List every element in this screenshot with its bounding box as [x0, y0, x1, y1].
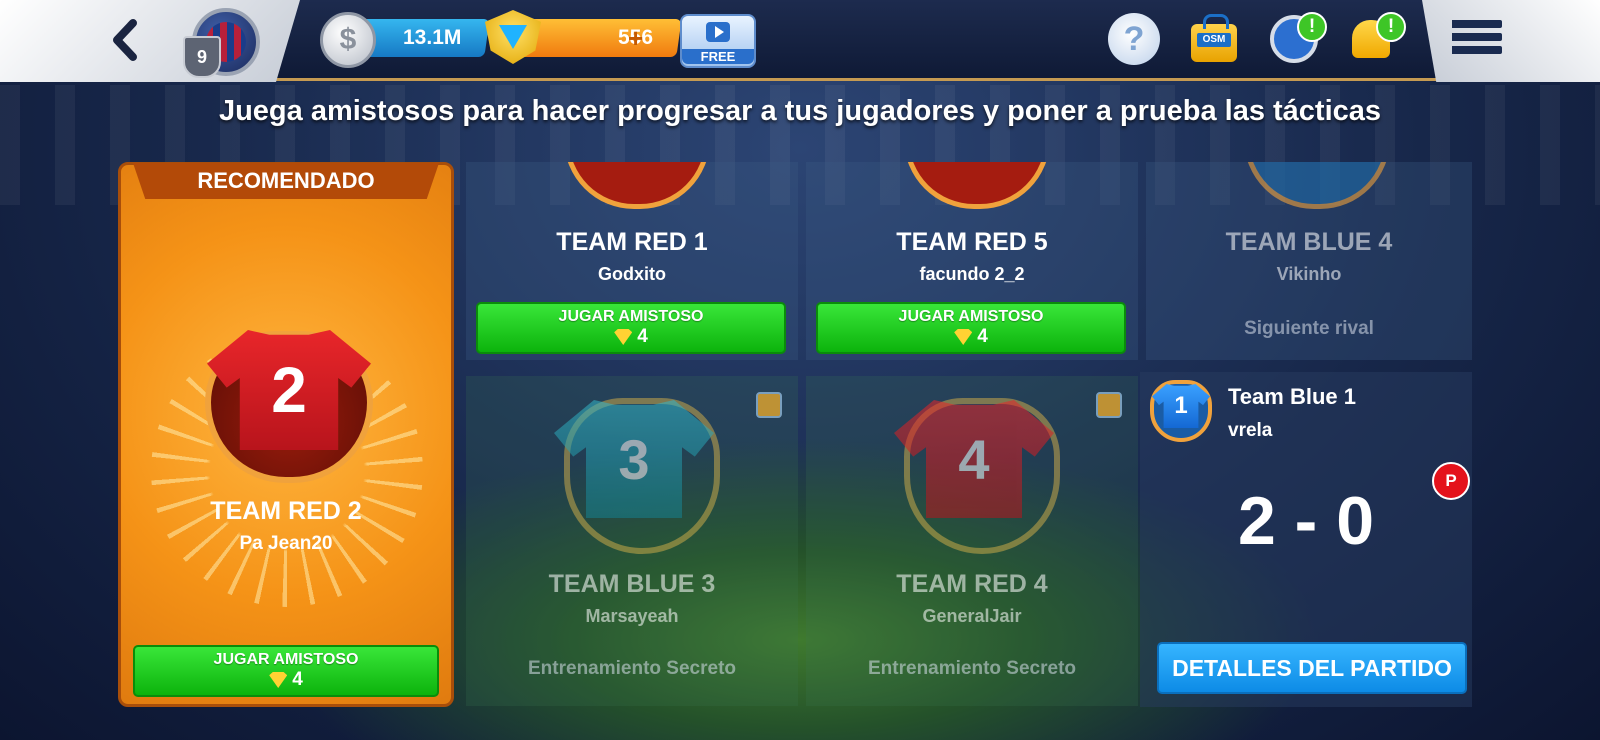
- recommended-card[interactable]: RECOMENDADO 2 TEAM RED 2 Pa Jean20 JUGAR…: [118, 162, 454, 707]
- cost-value: 4: [637, 326, 648, 347]
- manager-name: Pa Jean20: [239, 533, 333, 554]
- gem-icon: [269, 672, 288, 688]
- team-name: TEAM RED 1: [556, 228, 708, 256]
- gem-icon: [614, 329, 633, 345]
- team-name: TEAM RED 2: [210, 497, 362, 525]
- free-video-icon: [706, 22, 730, 42]
- opponent-card: 3 TEAM BLUE 3 Marsayeah Entrenamiento Se…: [466, 376, 798, 706]
- play-friendly-button[interactable]: JUGAR AMISTOSO 4: [476, 302, 786, 354]
- coins-value: 13.1M: [402, 26, 461, 49]
- menu-icon-line: [1452, 46, 1502, 54]
- button-label: JUGAR AMISTOSO: [558, 308, 704, 325]
- menu-icon: [1452, 20, 1502, 28]
- level-badge: 9: [183, 36, 221, 78]
- cost-value: 4: [292, 669, 303, 690]
- opponent-card: 4 TEAM RED 4 GeneralJair Entrenamiento S…: [806, 376, 1138, 706]
- timer-alert-badge: !: [1297, 12, 1327, 42]
- top-bar-right-panel: [1422, 0, 1600, 82]
- match-details-button[interactable]: DETALLES DEL PARTIDO: [1157, 642, 1467, 694]
- shop-button[interactable]: OSM: [1188, 13, 1240, 65]
- help-button[interactable]: ?: [1108, 13, 1160, 65]
- shop-label: OSM: [1197, 33, 1231, 47]
- add-gems-button[interactable]: +: [628, 23, 643, 54]
- match-score: 2 - 0: [1237, 483, 1375, 559]
- lock-icon: [756, 392, 782, 418]
- menu-icon-line: [1452, 33, 1502, 41]
- manager-name: Marsayeah: [585, 606, 679, 626]
- manager-name: facundo 2_2: [919, 264, 1025, 284]
- team-name: TEAM BLUE 3: [548, 570, 716, 598]
- team-name: Team Blue 1: [1228, 384, 1356, 409]
- opponent-card: TEAM BLUE 4 Vikinho Siguiente rival: [1146, 162, 1472, 360]
- opponent-card[interactable]: TEAM RED 1 Godxito JUGAR AMISTOSO 4: [466, 162, 798, 360]
- status-label: Siguiente rival: [1244, 318, 1374, 339]
- team-shield: [1244, 162, 1390, 209]
- shop-icon: OSM: [1191, 14, 1237, 62]
- button-label: JUGAR AMISTOSO: [213, 651, 359, 668]
- cost-value: 4: [977, 326, 988, 347]
- lock-icon: [1096, 392, 1122, 418]
- manager-name: Godxito: [598, 264, 666, 284]
- button-label: JUGAR AMISTOSO: [898, 308, 1044, 325]
- manager-name: GeneralJair: [922, 606, 1022, 626]
- team-name: TEAM BLUE 4: [1225, 228, 1393, 256]
- free-video-button[interactable]: FREE: [680, 14, 756, 68]
- last-match-card: 1 Team Blue 1 vrela P 2 - 0 DETALLES DEL…: [1140, 372, 1472, 707]
- team-name: TEAM RED 4: [896, 570, 1048, 598]
- manager-name: vrela: [1228, 420, 1273, 441]
- status-label: Entrenamiento Secreto: [868, 658, 1076, 679]
- team-name: TEAM RED 5: [896, 228, 1048, 256]
- manager-name: Vikinho: [1276, 264, 1342, 284]
- status-label: Entrenamiento Secreto: [528, 658, 736, 679]
- team-shield: [564, 162, 710, 209]
- play-friendly-button[interactable]: JUGAR AMISTOSO 4: [133, 645, 439, 697]
- menu-button[interactable]: [1452, 20, 1502, 60]
- play-friendly-button[interactable]: JUGAR AMISTOSO 4: [816, 302, 1126, 354]
- recommended-banner: RECOMENDADO: [133, 163, 439, 199]
- page-headline: Juega amistosos para hacer progresar a t…: [218, 95, 1382, 127]
- back-icon: [113, 19, 137, 61]
- help-icon: ?: [1123, 19, 1145, 58]
- coin-icon: $: [320, 12, 376, 68]
- level-value: 9: [196, 46, 207, 67]
- team-shield: [904, 162, 1050, 209]
- bell-alert-badge: !: [1376, 12, 1406, 42]
- free-label: FREE: [682, 49, 754, 64]
- opponent-card[interactable]: TEAM RED 5 facundo 2_2 JUGAR AMISTOSO 4: [806, 162, 1138, 360]
- back-button[interactable]: [98, 14, 150, 66]
- gem-icon: [954, 329, 973, 345]
